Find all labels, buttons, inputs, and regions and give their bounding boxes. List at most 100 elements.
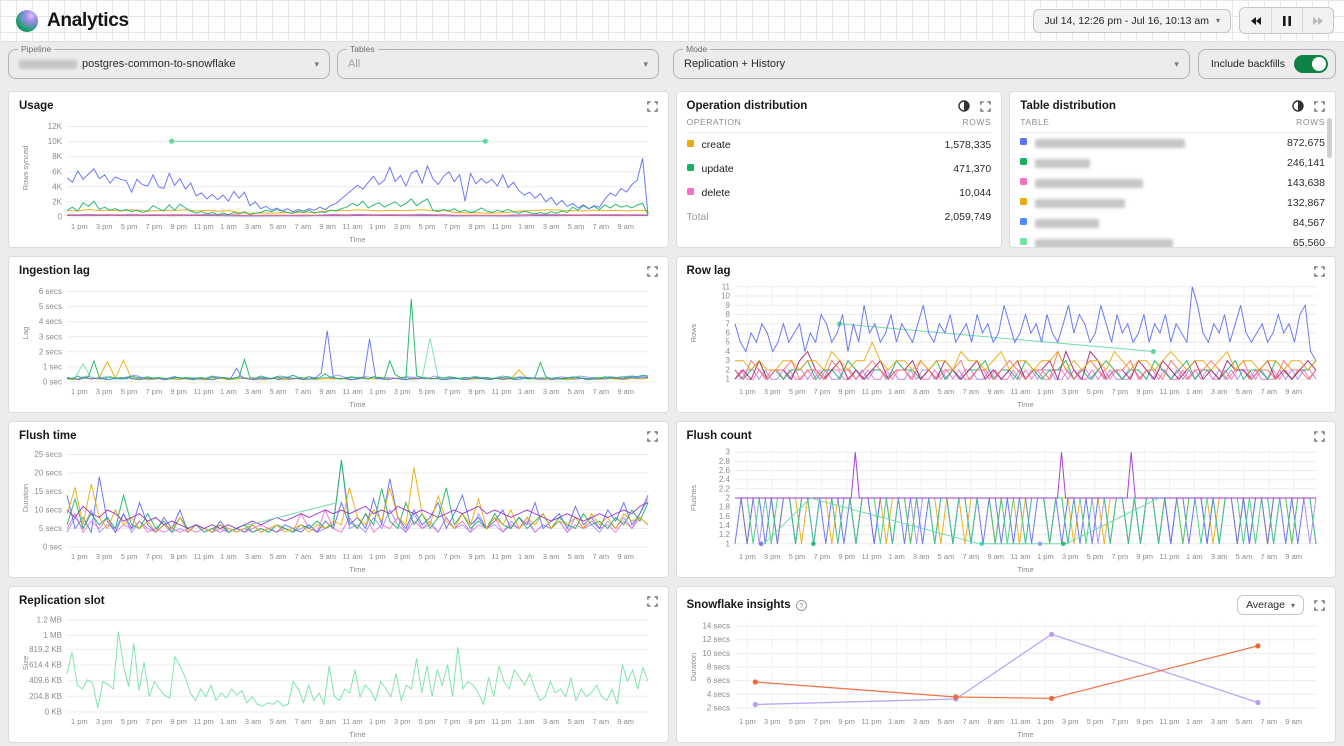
table-row[interactable]: 143,638 <box>1020 173 1325 193</box>
svg-text:11 am: 11 am <box>1010 717 1030 726</box>
rewind-button[interactable] <box>1240 8 1271 33</box>
svg-text:9 pm: 9 pm <box>1136 717 1153 726</box>
pie-chart-icon[interactable] <box>958 100 970 112</box>
table-row[interactable]: update471,370 <box>687 157 992 181</box>
svg-text:7 pm: 7 pm <box>444 387 461 396</box>
svg-text:7 am: 7 am <box>295 222 312 231</box>
svg-text:3 pm: 3 pm <box>96 387 113 396</box>
tables-select-label: Tables <box>347 44 378 54</box>
svg-text:3 am: 3 am <box>543 222 560 231</box>
svg-text:7 pm: 7 pm <box>813 387 830 396</box>
row-lag-chart[interactable]: 12345678910111 pm3 pm5 pm7 pm9 pm11 pm1 … <box>687 278 1326 410</box>
pause-button[interactable] <box>1271 8 1302 33</box>
svg-text:10 secs: 10 secs <box>702 649 730 658</box>
table-row[interactable]: 132,867 <box>1020 193 1325 213</box>
include-backfills-label: Include backfills <box>1211 58 1285 70</box>
expand-icon[interactable] <box>647 431 658 442</box>
svg-text:2: 2 <box>725 494 730 503</box>
svg-text:7 am: 7 am <box>295 387 312 396</box>
table-row[interactable]: delete10,044 <box>687 181 992 205</box>
flush-time-chart[interactable]: 0 sec5 secs10 secs15 secs20 secs25 secs1… <box>19 443 658 575</box>
svg-text:5 pm: 5 pm <box>121 387 138 396</box>
pipeline-redacted-prefix <box>19 60 77 69</box>
svg-text:5 am: 5 am <box>270 717 287 726</box>
expand-icon[interactable] <box>1314 101 1325 112</box>
svg-text:9 pm: 9 pm <box>468 552 485 561</box>
svg-text:2: 2 <box>725 366 730 375</box>
expand-icon[interactable] <box>1314 266 1325 277</box>
table-name-redacted <box>1035 239 1173 248</box>
column-header: OPERATION <box>687 113 852 133</box>
help-icon[interactable]: ? <box>796 600 807 611</box>
svg-text:11 pm: 11 pm <box>1159 552 1179 561</box>
svg-text:11 pm: 11 pm <box>193 717 213 726</box>
svg-text:Lag: Lag <box>21 327 30 340</box>
svg-text:2.4: 2.4 <box>718 475 730 484</box>
svg-text:1 pm: 1 pm <box>1037 387 1054 396</box>
svg-text:3 am: 3 am <box>543 717 560 726</box>
svg-text:3 pm: 3 pm <box>394 222 411 231</box>
ingestion-lag-card: Ingestion lag 0 sec1 sec2 secs3 secs4 se… <box>8 256 669 413</box>
card-title: Snowflake insights <box>687 599 791 611</box>
svg-text:2 secs: 2 secs <box>39 347 62 356</box>
fast-forward-button[interactable] <box>1302 8 1333 33</box>
svg-text:1 am: 1 am <box>220 222 237 231</box>
table-row[interactable]: 246,141 <box>1020 153 1325 173</box>
svg-text:6 secs: 6 secs <box>706 676 729 685</box>
svg-text:5 pm: 5 pm <box>1086 717 1103 726</box>
svg-text:8: 8 <box>725 310 730 319</box>
expand-icon[interactable] <box>1314 431 1325 442</box>
svg-text:11 pm: 11 pm <box>1159 717 1179 726</box>
svg-text:2 secs: 2 secs <box>706 703 729 712</box>
mode-select[interactable]: Mode Replication + History ▾ <box>673 49 1190 79</box>
svg-text:5 am: 5 am <box>270 552 287 561</box>
svg-text:9 am: 9 am <box>617 387 634 396</box>
svg-text:3 am: 3 am <box>912 552 929 561</box>
expand-icon[interactable] <box>1314 600 1325 611</box>
include-backfills-toggle[interactable] <box>1294 55 1328 73</box>
usage-chart[interactable]: 02K4K6K8K10K12K1 pm3 pm5 pm7 pm9 pm11 pm… <box>19 113 658 245</box>
svg-text:9 am: 9 am <box>1285 717 1302 726</box>
pie-chart-icon[interactable] <box>1292 100 1304 112</box>
operation-distribution-table: OPERATION ROWS create1,578,335update471,… <box>687 113 992 229</box>
ingestion-lag-chart[interactable]: 0 sec1 sec2 secs3 secs4 secs5 secs6 secs… <box>19 278 658 410</box>
svg-text:3 am: 3 am <box>245 222 262 231</box>
table-row[interactable]: 65,560 <box>1020 233 1325 248</box>
svg-text:5 am: 5 am <box>270 387 287 396</box>
tables-select[interactable]: Tables All ▾ <box>337 49 659 79</box>
svg-text:Rows synced: Rows synced <box>21 146 30 191</box>
svg-text:5 am: 5 am <box>1235 552 1252 561</box>
svg-text:7 am: 7 am <box>295 552 312 561</box>
date-range-picker[interactable]: Jul 14, 12:26 pm - Jul 16, 10:13 am ▾ <box>1033 9 1231 33</box>
svg-text:1 am: 1 am <box>220 717 237 726</box>
snowflake-insights-chart[interactable]: 2 secs4 secs6 secs8 secs10 secs12 secs14… <box>687 616 1326 740</box>
svg-text:1 am: 1 am <box>518 552 535 561</box>
svg-text:5 pm: 5 pm <box>788 717 805 726</box>
svg-text:9: 9 <box>725 301 730 310</box>
expand-icon[interactable] <box>647 266 658 277</box>
table-row[interactable]: 872,675 <box>1020 133 1325 154</box>
scrollbar[interactable] <box>1327 118 1332 158</box>
series-color-swatch <box>687 188 694 195</box>
svg-text:5 pm: 5 pm <box>121 552 138 561</box>
svg-text:204.8 KB: 204.8 KB <box>29 692 62 701</box>
table-name-redacted <box>1035 159 1090 168</box>
expand-icon[interactable] <box>980 101 991 112</box>
svg-text:1.4: 1.4 <box>718 521 730 530</box>
table-row[interactable]: create1,578,335 <box>687 133 992 158</box>
pipeline-select[interactable]: Pipeline postgres-common-to-snowflake ▾ <box>8 49 330 79</box>
svg-text:5 pm: 5 pm <box>419 717 436 726</box>
expand-icon[interactable] <box>647 101 658 112</box>
svg-text:5 pm: 5 pm <box>1086 552 1103 561</box>
table-row[interactable]: 84,567 <box>1020 213 1325 233</box>
aggregation-select[interactable]: Average ▾ <box>1237 595 1304 615</box>
replication-slot-chart[interactable]: 0 KB204.8 KB409.6 KB614.4 KB819.2 KB1 MB… <box>19 608 658 740</box>
flush-time-card: Flush time 0 sec5 secs10 secs15 secs20 s… <box>8 421 669 578</box>
svg-text:7 pm: 7 pm <box>813 552 830 561</box>
expand-icon[interactable] <box>647 596 658 607</box>
svg-text:Time: Time <box>349 565 365 574</box>
flush-count-chart[interactable]: 11.21.41.61.822.22.42.62.831 pm3 pm5 pm7… <box>687 443 1326 575</box>
svg-text:1 am: 1 am <box>1185 387 1202 396</box>
svg-text:5 secs: 5 secs <box>39 524 62 533</box>
svg-text:9 am: 9 am <box>987 387 1004 396</box>
